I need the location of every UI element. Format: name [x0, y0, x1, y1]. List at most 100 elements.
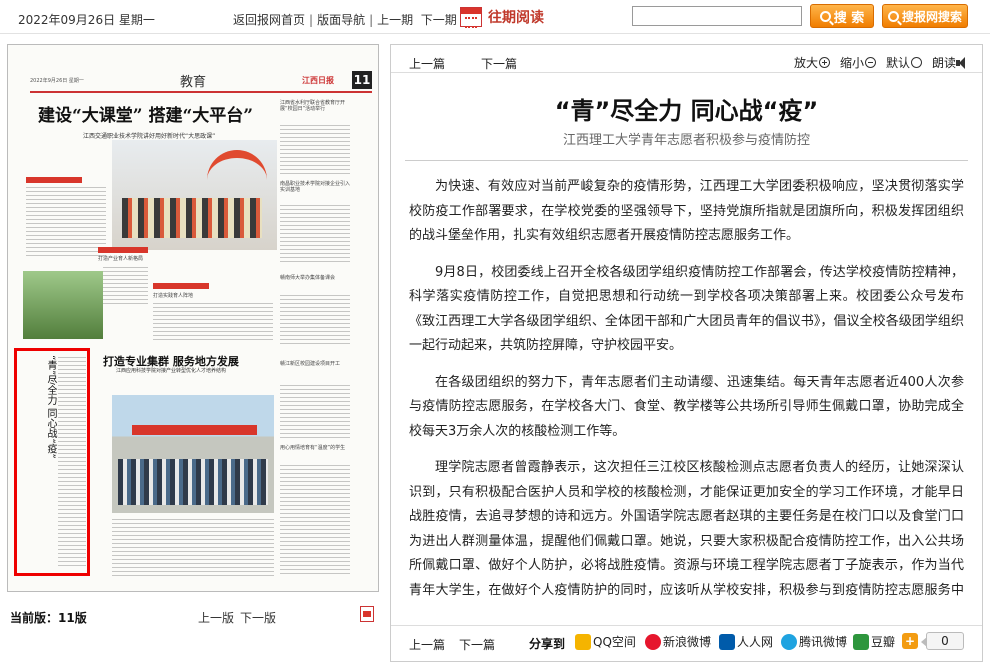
paper-photo-portrait — [23, 271, 103, 339]
side-item[interactable]: 打造产业育人新格局 — [98, 256, 158, 262]
past-issues-label: 往期阅读 — [488, 10, 544, 26]
side-item[interactable]: 赣南师大举办集体备课会 — [280, 275, 350, 281]
text-block — [153, 303, 273, 343]
text-block — [280, 125, 350, 175]
text-block — [112, 519, 274, 579]
side-item[interactable]: 南昌职业技术学院对接企业引入实训基地 — [280, 181, 350, 193]
plus-circle-icon — [818, 57, 830, 68]
tqq-icon — [781, 633, 797, 650]
zoom-out-button[interactable]: 缩小 — [840, 54, 876, 71]
calendar-icon — [460, 7, 482, 28]
page-header: 2022年9月26日 星期一 教育 江西日报 11 — [30, 71, 372, 93]
zoom-in-label: 放大 — [793, 56, 818, 70]
paper-logo: 江西日报 — [302, 76, 334, 85]
zoom-out-label: 缩小 — [839, 56, 864, 70]
share-label: 分享到 — [529, 637, 566, 651]
paper-date: 2022年9月26日 星期一 — [30, 78, 84, 84]
prev-page-link[interactable]: 上一版 — [198, 609, 234, 626]
share-weibo[interactable]: 新浪微博 — [645, 633, 711, 650]
paper-headline-main[interactable]: 建设“大课堂” 搭建“大平台” — [38, 101, 253, 126]
search-input[interactable] — [632, 6, 802, 26]
next-page-link[interactable]: 下一版 — [240, 609, 276, 626]
side-item[interactable]: 赣江新区校园建设项目开工 — [280, 361, 350, 367]
site-search-label: 搜报网搜索 — [901, 9, 962, 24]
site-search-button[interactable]: 搜报网搜索 — [882, 4, 968, 28]
text-block — [280, 295, 350, 345]
top-bar: 2022年09月26日 星期一 返回报网首页 | 版面导航 | 上一期 下一期 往期阅读… — [0, 0, 990, 34]
paper-page-number: 11 — [352, 71, 372, 89]
search-button[interactable]: 搜 索 — [810, 4, 874, 28]
search-icon — [887, 10, 899, 22]
paper-headline-main-sub: 江西交通职业技术学院讲好用好新时代“大思政课” — [83, 133, 216, 140]
paper-vertical-title[interactable]: “青”尽全力 同心战“疫” — [30, 355, 56, 459]
side-item[interactable]: 打造实践育人阵地 — [153, 293, 217, 299]
reading-tools: 放大 缩小 默认 朗读 — [794, 54, 968, 71]
article-paragraph: 9月8日，校团委线上召开全校各级团学组织疫情防控工作部署会，传达学校疫情防控精神… — [409, 264, 964, 354]
article-title: “青”尽全力 同心战“疫” — [554, 97, 819, 125]
article-body: 为快速、有效应对当前严峻复杂的疫情形势，江西理工大学团委积极响应，坚决贯彻落实学… — [409, 175, 964, 605]
speaker-icon — [956, 57, 968, 69]
prev-issue-link[interactable]: 上一期 — [377, 13, 413, 27]
top-nav: 返回报网首页 | 版面导航 | 上一期 下一期 — [233, 11, 457, 28]
text-block — [26, 187, 106, 257]
paper-section: 教育 — [180, 75, 207, 90]
qzone-icon — [575, 633, 591, 650]
section-banner — [153, 283, 209, 289]
prev-article-link[interactable]: 上一篇 — [409, 55, 445, 72]
newspaper-page-image[interactable]: 2022年9月26日 星期一 教育 江西日报 11 建设“大课堂” 搭建“大平台… — [7, 44, 379, 592]
pdf-icon[interactable] — [360, 606, 374, 622]
zoom-in-button[interactable]: 放大 — [794, 54, 830, 71]
share-qzone-label: QQ空间 — [593, 635, 636, 649]
divider: | — [369, 13, 374, 27]
paper-photo-ceremony — [112, 395, 274, 513]
share-weibo-label: 新浪微博 — [663, 635, 712, 649]
article-paragraph: 理学院志愿者曾霞静表示，这次担任三江校区核酸检测点志愿者负责人的经历，让她深深认… — [409, 460, 964, 598]
article-paragraph: 在各级团组织的努力下，青年志愿者们主动请缨、迅速集结。每天青年志愿者近400人次… — [409, 374, 964, 439]
weibo-icon — [645, 633, 661, 650]
default-size-button[interactable]: 默认 — [886, 54, 922, 71]
past-issues-link[interactable]: 往期阅读 — [460, 6, 544, 28]
text-block — [280, 465, 350, 575]
current-page-label: 当前版：11版 — [10, 611, 87, 625]
section-banner — [26, 177, 82, 183]
share-douban-label: 豆瓣 — [871, 635, 896, 649]
page-nav-link[interactable]: 版面导航 — [317, 13, 365, 27]
plus-icon: + — [902, 633, 918, 649]
next-article-link[interactable]: 下一篇 — [459, 636, 495, 653]
article-subtitle: 江西理工大学青年志愿者积极参与疫情防控 — [562, 133, 810, 148]
search-icon — [819, 10, 831, 22]
text-block — [58, 357, 86, 567]
next-article-link[interactable]: 下一篇 — [481, 55, 517, 72]
share-count: 0 — [921, 632, 964, 650]
current-date: 2022年09月26日 星期一 — [18, 13, 155, 27]
share-qzone[interactable]: QQ空间 — [575, 633, 636, 650]
divider: | — [309, 13, 314, 27]
side-item[interactable]: 江西省水利厅联合省教育厅开展“校园日”活动举行 — [280, 100, 350, 112]
minus-circle-icon — [864, 57, 876, 68]
douban-icon — [853, 633, 869, 650]
paper-headline-second-sub: 江西应用科技学院对接产业转型优化人才培养结构 — [116, 368, 227, 374]
text-block — [103, 267, 148, 307]
renren-icon — [719, 633, 735, 650]
side-item[interactable]: 用心用情培育有“温度”的学生 — [280, 445, 350, 451]
article-toolbar: 上一篇 下一篇 放大 缩小 默认 朗读 — [391, 45, 982, 73]
share-more-button[interactable]: + — [902, 633, 918, 649]
share-renren-label: 人人网 — [737, 635, 774, 649]
article-paragraph: 为快速、有效应对当前严峻复杂的疫情形势，江西理工大学团委积极响应，坚决贯彻落实学… — [409, 179, 964, 243]
article-footer: 上一篇 下一篇 分享到 QQ空间 新浪微博 人人网 腾讯微博 豆瓣 + 0 — [391, 625, 982, 661]
home-link[interactable]: 返回报网首页 — [233, 13, 305, 27]
section-banner — [98, 247, 148, 253]
share-douban[interactable]: 豆瓣 — [853, 633, 895, 650]
share-tqq-label: 腾讯微博 — [799, 635, 848, 649]
share-tqq[interactable]: 腾讯微博 — [781, 633, 847, 650]
paper-photo-group — [112, 140, 277, 250]
next-issue-link[interactable]: 下一期 — [421, 13, 457, 27]
share-renren[interactable]: 人人网 — [719, 633, 773, 650]
page-thumbnail-panel: 2022年9月26日 星期一 教育 江西日报 11 建设“大课堂” 搭建“大平台… — [0, 36, 388, 662]
read-aloud-button[interactable]: 朗读 — [932, 54, 968, 71]
divider — [405, 160, 968, 161]
prev-article-link[interactable]: 上一篇 — [409, 636, 445, 653]
current-page-bar: 当前版：11版 上一版 下一版 — [0, 602, 388, 626]
default-size-label: 默认 — [885, 56, 910, 70]
text-block — [280, 205, 350, 265]
